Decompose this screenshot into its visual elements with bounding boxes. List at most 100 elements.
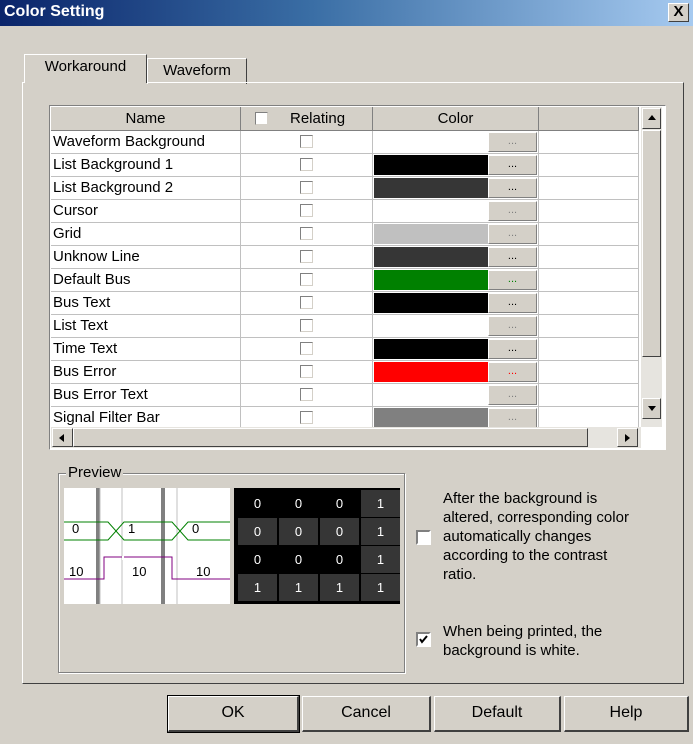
table-row[interactable]: Bus Error... [51, 361, 639, 384]
scroll-up-button[interactable] [642, 108, 661, 129]
row-name: List Text [51, 315, 241, 337]
row-relating-cell [241, 338, 373, 360]
color-picker-button[interactable]: ... [488, 247, 537, 267]
column-header-color[interactable]: Color [373, 107, 539, 131]
relating-checkbox[interactable] [300, 296, 313, 309]
color-picker-button[interactable]: ... [488, 339, 537, 359]
relating-checkbox[interactable] [300, 135, 313, 148]
row-extra-cell [539, 223, 639, 245]
row-color-cell: ... [373, 361, 539, 383]
table-row[interactable]: List Text... [51, 315, 639, 338]
row-extra-cell [539, 384, 639, 406]
row-relating-cell [241, 315, 373, 337]
row-name: Grid [51, 223, 241, 245]
cancel-button[interactable]: Cancel [302, 696, 431, 732]
arrow-right-icon [625, 434, 630, 442]
color-picker-button[interactable]: ... [488, 132, 537, 152]
row-color-cell: ... [373, 292, 539, 314]
color-swatch[interactable] [374, 293, 488, 313]
color-picker-button[interactable]: ... [488, 293, 537, 313]
title-bar: Color Setting X [0, 0, 693, 26]
color-swatch[interactable] [374, 408, 488, 428]
color-swatch[interactable] [374, 178, 488, 198]
color-picker-button[interactable]: ... [488, 155, 537, 175]
color-swatch[interactable] [374, 224, 488, 244]
arrow-down-icon [648, 406, 656, 411]
relating-checkbox[interactable] [300, 273, 313, 286]
color-grid: Name Relating Color Waveform Background.… [49, 105, 666, 450]
relating-checkbox[interactable] [300, 319, 313, 332]
column-header-blank [539, 107, 639, 131]
row-relating-cell [241, 361, 373, 383]
row-extra-cell [539, 269, 639, 291]
row-color-cell: ... [373, 223, 539, 245]
relating-checkbox[interactable] [300, 158, 313, 171]
default-button[interactable]: Default [434, 696, 561, 732]
scroll-right-button[interactable] [617, 428, 638, 447]
color-picker-button[interactable]: ... [488, 316, 537, 336]
color-picker-button[interactable]: ... [488, 201, 537, 221]
color-swatch[interactable] [374, 339, 488, 359]
tab-waveform[interactable]: Waveform [147, 58, 247, 84]
vertical-scrollbar[interactable] [641, 107, 662, 427]
row-extra-cell [539, 154, 639, 176]
column-header-relating[interactable]: Relating [241, 107, 373, 131]
table-row[interactable]: Bus Error Text... [51, 384, 639, 407]
row-relating-cell [241, 292, 373, 314]
column-header-name[interactable]: Name [51, 107, 241, 131]
relating-checkbox[interactable] [300, 250, 313, 263]
table-row[interactable]: Bus Text... [51, 292, 639, 315]
color-swatch[interactable] [374, 247, 488, 267]
relating-checkbox[interactable] [300, 204, 313, 217]
relating-checkbox[interactable] [300, 411, 313, 424]
color-picker-button[interactable]: ... [488, 385, 537, 405]
row-name: Cursor [51, 200, 241, 222]
window-title: Color Setting [4, 3, 105, 20]
relating-checkbox[interactable] [300, 342, 313, 355]
scroll-down-button[interactable] [642, 398, 661, 419]
color-swatch[interactable] [374, 201, 488, 221]
table-row[interactable]: List Background 1... [51, 154, 639, 177]
row-extra-cell [539, 407, 639, 429]
relating-all-checkbox[interactable] [255, 112, 268, 125]
table-row[interactable]: Grid... [51, 223, 639, 246]
horizontal-scroll-thumb[interactable] [73, 428, 588, 447]
color-picker-button[interactable]: ... [488, 270, 537, 290]
close-button[interactable]: X [668, 3, 689, 22]
help-button[interactable]: Help [564, 696, 689, 732]
color-swatch[interactable] [374, 270, 488, 290]
row-color-cell: ... [373, 131, 539, 153]
row-color-cell: ... [373, 407, 539, 429]
color-picker-button[interactable]: ... [488, 408, 537, 428]
row-color-cell: ... [373, 384, 539, 406]
row-color-cell: ... [373, 269, 539, 291]
color-swatch[interactable] [374, 385, 488, 405]
row-relating-cell [241, 177, 373, 199]
relating-checkbox[interactable] [300, 181, 313, 194]
relating-checkbox[interactable] [300, 227, 313, 240]
color-swatch[interactable] [374, 155, 488, 175]
table-row[interactable]: Default Bus... [51, 269, 639, 292]
color-picker-button[interactable]: ... [488, 178, 537, 198]
relating-checkbox[interactable] [300, 388, 313, 401]
row-relating-cell [241, 246, 373, 268]
table-row[interactable]: Cursor... [51, 200, 639, 223]
ok-button[interactable]: OK [167, 695, 300, 733]
relating-checkbox[interactable] [300, 365, 313, 378]
scroll-thumb[interactable] [642, 130, 661, 357]
table-row[interactable]: List Background 2... [51, 177, 639, 200]
table-row[interactable]: Time Text... [51, 338, 639, 361]
color-swatch[interactable] [374, 316, 488, 336]
row-extra-cell [539, 246, 639, 268]
row-color-cell: ... [373, 338, 539, 360]
tab-workaround[interactable]: Workaround [24, 54, 147, 83]
color-swatch[interactable] [374, 362, 488, 382]
color-swatch[interactable] [374, 132, 488, 152]
scroll-left-button[interactable] [52, 428, 73, 447]
color-picker-button[interactable]: ... [488, 362, 537, 382]
color-picker-button[interactable]: ... [488, 224, 537, 244]
table-row[interactable]: Unknow Line... [51, 246, 639, 269]
horizontal-scrollbar[interactable] [51, 427, 641, 448]
table-row[interactable]: Waveform Background... [51, 131, 639, 154]
row-relating-cell [241, 223, 373, 245]
